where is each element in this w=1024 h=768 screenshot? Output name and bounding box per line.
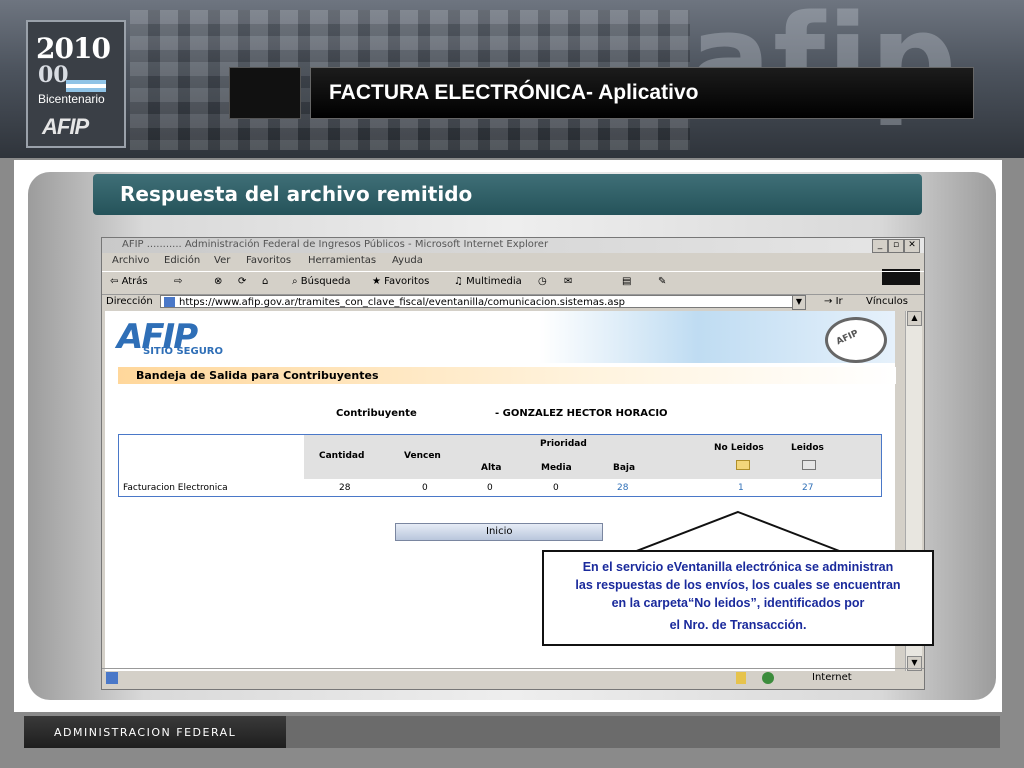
url-dropdown-icon[interactable]: ▼ [792, 295, 806, 310]
menu-ayuda[interactable]: Ayuda [392, 255, 423, 266]
col-leidos: Leidos [791, 443, 824, 453]
inicio-label: Inicio [486, 526, 513, 537]
media-button[interactable]: ♫ Multimedia [454, 276, 522, 287]
mail-icon[interactable]: ✉ [564, 276, 572, 287]
window-title: AFIP ........... Administración Federal … [122, 239, 549, 250]
afip-seal-icon: AFIP [825, 317, 887, 363]
menu-edicion[interactable]: Edición [164, 255, 200, 266]
address-bar: Dirección https://www.afip.gov.ar/tramit… [102, 293, 924, 311]
afip-logo: AFIP [42, 114, 89, 139]
page-icon [164, 297, 175, 307]
col-vencen: Vencen [404, 451, 441, 461]
argentina-flag-icon [66, 80, 106, 92]
stop-icon[interactable]: ⊗ [214, 276, 222, 287]
section-title: Respuesta del archivo remitido [120, 182, 473, 206]
col-cantidad: Cantidad [319, 451, 365, 461]
row-vencen: 0 [422, 483, 428, 493]
title-bar: FACTURA ELECTRÓNICA- Aplicativo [310, 67, 974, 119]
refresh-icon[interactable]: ⟳ [238, 276, 246, 287]
status-bar: Internet [102, 668, 924, 689]
row-no-leidos-link[interactable]: 1 [738, 483, 744, 493]
bicentenario-logo: 2010 00 Bicentenario AFIP [26, 20, 126, 148]
url-text: https://www.afip.gov.ar/tramites_con_cla… [179, 297, 626, 308]
section-header: Respuesta del archivo remitido [93, 174, 922, 215]
links-button[interactable]: Vínculos [866, 296, 908, 307]
row-media: 0 [553, 483, 559, 493]
menu-bar: Archivo Edición Ver Favoritos Herramient… [102, 253, 924, 285]
logo-caption: Bicentenario [38, 92, 105, 106]
maximize-icon[interactable]: ▫ [888, 239, 904, 253]
search-label: Búsqueda [300, 276, 351, 287]
callout-arrow [633, 510, 843, 555]
footer-label-box: ADMINISTRACION FEDERAL [24, 716, 286, 748]
favorites-button[interactable]: ★ Favoritos [372, 276, 429, 287]
row-name: Facturacion Electronica [123, 483, 228, 493]
row-baja-link[interactable]: 28 [617, 483, 628, 493]
col-alta: Alta [481, 463, 502, 473]
history-icon[interactable]: ◷ [538, 276, 547, 287]
table-header-bg [304, 435, 881, 479]
menu-archivo[interactable]: Archivo [112, 255, 149, 266]
footer-label: ADMINISTRACION FEDERAL [54, 726, 237, 739]
logo-year: 2010 [36, 32, 111, 65]
envelope-open-icon [802, 460, 816, 470]
callout-line-4: el Nro. de Transacción. [669, 618, 807, 632]
callout-box: En el servicio eVentanilla electrónica s… [542, 550, 934, 646]
afip-header: AFIP SITIO SEGURO AFIP [105, 311, 895, 363]
url-input[interactable]: https://www.afip.gov.ar/tramites_con_cla… [160, 295, 800, 308]
callout-line-3: en la carpeta“No leidos”, identificados … [611, 596, 865, 610]
media-label: Multimedia [466, 276, 522, 287]
back-label: Atrás [121, 276, 148, 287]
browser-toolbar: ⇦ Atrás ⇨ ⊗ ⟳ ⌂ ⌕ Búsqueda ★ Favoritos ♫… [102, 271, 924, 295]
callout-line-2: las respuestas de los envíos, los cuales… [575, 578, 901, 592]
seal-text: AFIP [834, 328, 861, 348]
row-alta: 0 [487, 483, 493, 493]
bandeja-title: Bandeja de Salida para Contribuyentes [136, 369, 379, 382]
row-cantidad: 28 [339, 483, 351, 493]
print-icon[interactable]: ▤ [622, 276, 631, 287]
messages-table: Cantidad Vencen Prioridad Alta Media Baj… [118, 434, 882, 497]
lock-icon [736, 672, 746, 684]
back-button[interactable]: ⇦ Atrás [110, 276, 148, 287]
contribuyente-label: Contribuyente [336, 408, 417, 419]
logo-sub: 00 [38, 62, 69, 88]
minimize-icon[interactable]: _ [872, 239, 888, 253]
col-baja: Baja [613, 463, 636, 473]
home-icon[interactable]: ⌂ [262, 276, 268, 287]
col-no-leidos: No Leidos [714, 443, 764, 453]
page-title: FACTURA ELECTRÓNICA- Aplicativo [329, 81, 699, 104]
forward-icon[interactable]: ⇨ [174, 276, 182, 287]
edit-icon[interactable]: ✎ [658, 276, 666, 287]
callout-line-1: En el servicio eVentanilla electrónica s… [582, 560, 894, 574]
menu-favoritos[interactable]: Favoritos [246, 255, 291, 266]
search-button[interactable]: ⌕ Búsqueda [292, 276, 351, 287]
close-icon[interactable]: ✕ [904, 239, 920, 253]
favorites-label: Favoritos [384, 276, 430, 287]
sitio-seguro-label: SITIO SEGURO [143, 346, 224, 357]
window-titlebar: AFIP ........... Administración Federal … [102, 238, 924, 253]
globe-icon [762, 672, 774, 684]
menu-ver[interactable]: Ver [214, 255, 230, 266]
go-button[interactable]: → Ir [824, 296, 843, 307]
scroll-up-icon[interactable]: ▲ [907, 311, 922, 326]
contribuyente-name: - GONZALEZ HECTOR HORACIO [495, 408, 668, 419]
row-leidos-link[interactable]: 27 [802, 483, 813, 493]
inicio-button[interactable]: Inicio [395, 523, 603, 541]
envelope-closed-icon [736, 460, 750, 470]
ie-page-icon [106, 672, 118, 684]
address-label: Dirección [106, 296, 153, 307]
col-media: Media [541, 463, 572, 473]
status-zone: Internet [812, 672, 852, 683]
col-prioridad: Prioridad [540, 439, 587, 449]
menu-herramientas[interactable]: Herramientas [308, 255, 376, 266]
go-label: Ir [835, 296, 843, 307]
title-accent-box [229, 67, 301, 119]
bandeja-heading: Bandeja de Salida para Contribuyentes [118, 367, 896, 384]
